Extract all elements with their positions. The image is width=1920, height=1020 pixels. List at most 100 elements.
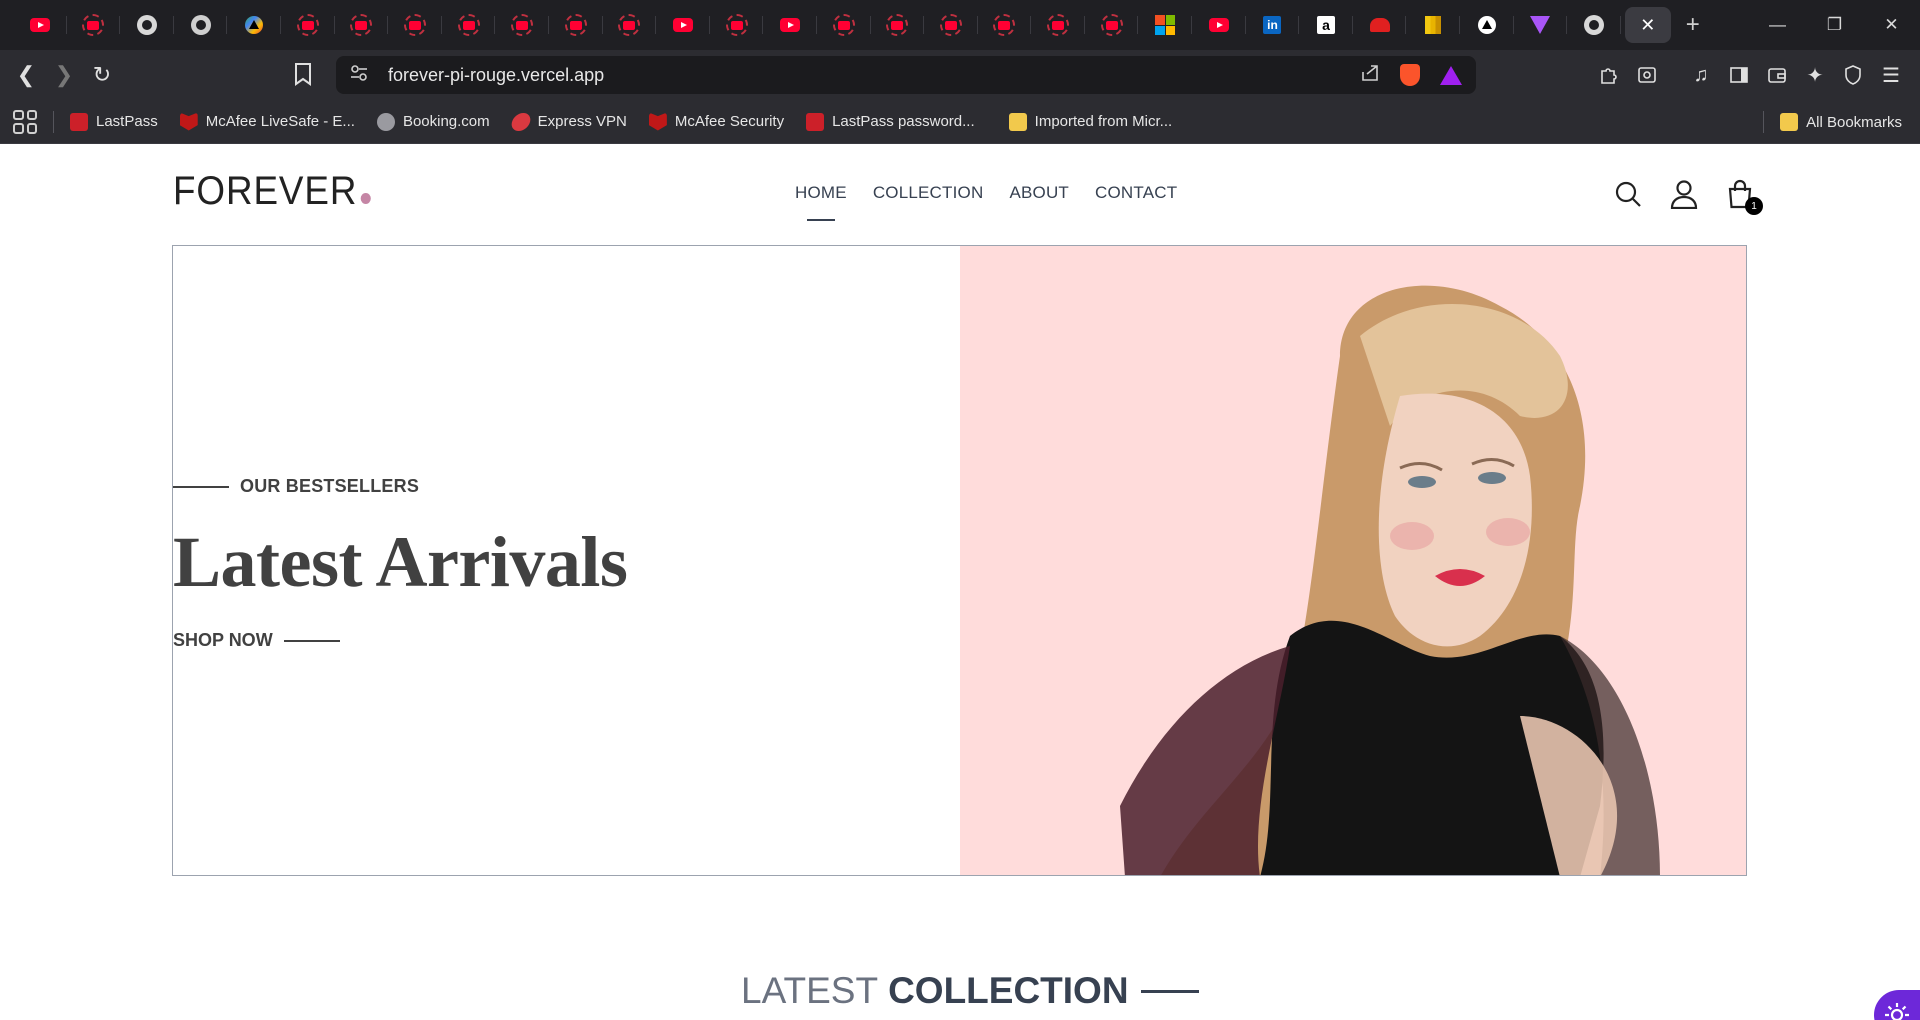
tab-strip: in a ✕ + — ❐ ✕ bbox=[0, 0, 1920, 50]
youtube-circle-icon bbox=[511, 14, 534, 36]
nav-home[interactable]: HOME bbox=[795, 183, 847, 221]
bookmark-lastpass-password[interactable]: LastPass password... bbox=[806, 112, 975, 131]
brave-shields-icon[interactable] bbox=[1400, 64, 1420, 86]
tab-red-app[interactable] bbox=[1353, 0, 1407, 50]
tab-youtube[interactable] bbox=[13, 0, 67, 50]
bookmarks-divider bbox=[53, 110, 54, 133]
bookmark-folder-imported[interactable]: Imported from Micr... bbox=[1008, 112, 1172, 131]
search-icon[interactable] bbox=[1613, 179, 1643, 209]
settings-floating-button[interactable] bbox=[1874, 990, 1920, 1020]
tab-youtube-circle[interactable] bbox=[495, 0, 549, 50]
google-play-icon bbox=[245, 16, 264, 34]
tab-vite[interactable] bbox=[1514, 0, 1568, 50]
all-bookmarks[interactable]: All Bookmarks bbox=[1763, 100, 1902, 144]
bookmark-mcafee-livesafe[interactable]: McAfee LiveSafe - E... bbox=[179, 112, 355, 131]
tab-youtube-circle[interactable] bbox=[978, 0, 1032, 50]
tab-youtube-circle[interactable] bbox=[1031, 0, 1085, 50]
vpn-icon[interactable] bbox=[1834, 56, 1872, 94]
profile-icon[interactable] bbox=[1669, 179, 1699, 209]
toolbar-actions: ♫ ✦ ☰ bbox=[1590, 50, 1910, 100]
cart-icon[interactable]: 1 bbox=[1725, 179, 1763, 215]
media-icon[interactable]: ♫ bbox=[1682, 56, 1720, 94]
wallet-icon[interactable] bbox=[1758, 56, 1796, 94]
address-bar[interactable]: forever-pi-rouge.vercel.app bbox=[336, 56, 1476, 94]
share-icon[interactable] bbox=[1360, 64, 1380, 87]
brave-rewards-icon[interactable] bbox=[1440, 65, 1462, 85]
lastpass-icon bbox=[806, 112, 825, 131]
tab-microsoft[interactable] bbox=[1138, 0, 1192, 50]
power-bi-icon bbox=[1425, 16, 1442, 34]
tab-youtube-circle[interactable] bbox=[335, 0, 389, 50]
tab-power-bi[interactable] bbox=[1406, 0, 1460, 50]
tab-youtube[interactable] bbox=[1192, 0, 1246, 50]
url-text[interactable]: forever-pi-rouge.vercel.app bbox=[388, 65, 604, 86]
gear-icon bbox=[1885, 1003, 1909, 1020]
nav-about[interactable]: ABOUT bbox=[1009, 183, 1069, 203]
tab-triangle-app[interactable] bbox=[1460, 0, 1514, 50]
tab-google-play[interactable] bbox=[227, 0, 281, 50]
tab-amazon[interactable]: a bbox=[1299, 0, 1353, 50]
tab-chatgpt[interactable] bbox=[174, 0, 228, 50]
bookmark-mcafee-security[interactable]: McAfee Security bbox=[648, 112, 784, 131]
bookmark-booking[interactable]: Booking.com bbox=[376, 112, 490, 131]
site-settings-icon[interactable] bbox=[350, 64, 370, 86]
site-logo[interactable]: FOREVER bbox=[173, 169, 372, 214]
hero-headline: Latest Arrivals bbox=[173, 522, 628, 602]
tab-youtube[interactable] bbox=[656, 0, 710, 50]
youtube-circle-icon bbox=[886, 14, 909, 36]
tab-github[interactable] bbox=[120, 0, 174, 50]
globe-icon bbox=[376, 112, 395, 131]
leo-ai-icon[interactable]: ✦ bbox=[1796, 56, 1834, 94]
reload-button[interactable]: ↻ bbox=[83, 56, 121, 94]
bookmark-express-vpn[interactable]: Express VPN bbox=[509, 112, 627, 131]
tab-youtube-circle[interactable] bbox=[1085, 0, 1139, 50]
menu-icon[interactable]: ☰ bbox=[1872, 56, 1910, 94]
bookmark-icon[interactable] bbox=[294, 62, 312, 86]
minimize-button[interactable]: — bbox=[1749, 0, 1806, 50]
forward-button[interactable]: ❯ bbox=[45, 56, 83, 94]
tab-github[interactable] bbox=[1567, 0, 1621, 50]
cta-line bbox=[283, 639, 340, 642]
sidebar-icon[interactable] bbox=[1720, 56, 1758, 94]
microsoft-icon bbox=[1155, 15, 1176, 35]
tab-favicons: in a bbox=[0, 0, 1621, 50]
tab-youtube-circle[interactable] bbox=[710, 0, 764, 50]
folder-icon bbox=[1780, 113, 1799, 131]
bookmark-lastpass[interactable]: LastPass bbox=[70, 112, 158, 131]
latest-collection-title: LATEST COLLECTION bbox=[741, 970, 1199, 1012]
expressvpn-icon bbox=[509, 112, 533, 131]
apps-icon[interactable] bbox=[13, 109, 37, 134]
active-tab[interactable]: ✕ bbox=[1624, 7, 1671, 43]
extensions-icon[interactable] bbox=[1590, 56, 1628, 94]
restore-button[interactable]: ❐ bbox=[1806, 0, 1863, 50]
close-icon[interactable]: ✕ bbox=[1640, 15, 1655, 36]
reader-mode-icon[interactable] bbox=[1628, 56, 1666, 94]
tab-youtube-circle[interactable] bbox=[603, 0, 657, 50]
tab-youtube-circle[interactable] bbox=[924, 0, 978, 50]
model-portrait-image bbox=[1120, 285, 1660, 875]
window-controls: — ❐ ✕ bbox=[1749, 0, 1920, 50]
tab-youtube-circle[interactable] bbox=[549, 0, 603, 50]
nav-collection[interactable]: COLLECTION bbox=[873, 183, 984, 203]
tab-youtube-circle[interactable] bbox=[281, 0, 335, 50]
youtube-circle-icon bbox=[403, 14, 426, 36]
tab-youtube-circle[interactable] bbox=[67, 0, 121, 50]
new-tab-button[interactable]: + bbox=[1671, 11, 1715, 39]
back-button[interactable]: ❮ bbox=[7, 56, 45, 94]
tab-youtube-circle[interactable] bbox=[442, 0, 496, 50]
tab-youtube-circle[interactable] bbox=[388, 0, 442, 50]
youtube-circle-icon bbox=[1047, 14, 1070, 36]
close-window-button[interactable]: ✕ bbox=[1863, 0, 1920, 50]
github-icon bbox=[136, 15, 157, 35]
tab-youtube-circle[interactable] bbox=[817, 0, 871, 50]
youtube-circle-icon bbox=[832, 14, 855, 36]
title-line bbox=[1140, 989, 1199, 993]
youtube-circle-icon bbox=[457, 14, 480, 36]
vite-icon bbox=[1530, 16, 1551, 34]
amazon-icon: a bbox=[1317, 16, 1336, 34]
tab-youtube-circle[interactable] bbox=[871, 0, 925, 50]
shop-now-link[interactable]: SHOP NOW bbox=[173, 630, 351, 651]
nav-contact[interactable]: CONTACT bbox=[1095, 183, 1177, 203]
tab-linkedin[interactable]: in bbox=[1246, 0, 1300, 50]
tab-youtube[interactable] bbox=[763, 0, 817, 50]
